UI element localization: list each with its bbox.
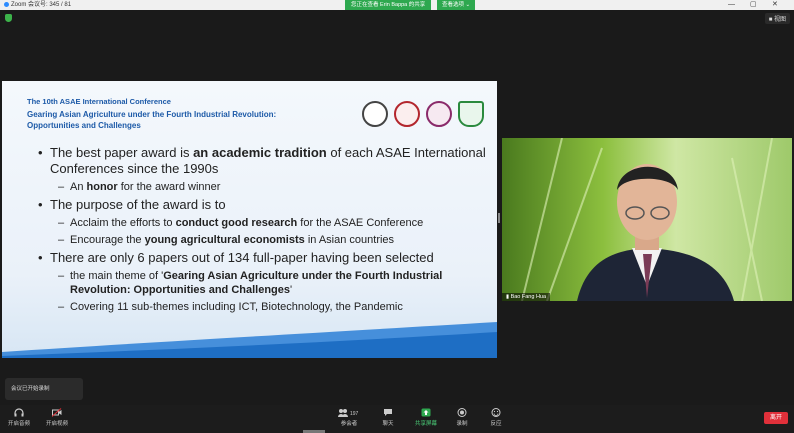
university-shield-green-icon: [458, 101, 484, 127]
share-screen-icon: [421, 408, 431, 417]
reactions-button[interactable]: 反应: [481, 408, 511, 427]
panel-resize-handle[interactable]: [498, 213, 500, 223]
svg-text:197: 197: [350, 411, 359, 417]
sub-bullet-1-1: An honor for the award winner: [38, 180, 488, 194]
slide-wave-decoration: [2, 322, 497, 358]
headphone-icon: [14, 408, 24, 417]
chat-button[interactable]: 聊天: [373, 408, 403, 427]
video-off-icon: [52, 408, 62, 417]
share-screen-button[interactable]: 共享屏幕: [411, 408, 441, 427]
minimize-icon[interactable]: —: [728, 0, 735, 10]
zoom-logo-icon: [4, 1, 9, 7]
security-shield-icon[interactable]: [5, 14, 12, 22]
slide-bullet-list: The best paper award is an academic trad…: [38, 145, 488, 314]
participant-video[interactable]: [502, 138, 792, 301]
chat-icon: [383, 408, 393, 417]
bullet-2: The purpose of the award is to: [38, 197, 488, 213]
participants-button[interactable]: 197 参会者: [330, 408, 368, 427]
sub-bullet-2-2: Encourage the young agricultural economi…: [38, 233, 488, 247]
sub-bullet-3-1: the main theme of 'Gearing Asian Agricul…: [38, 269, 488, 297]
join-audio-button[interactable]: 开启音频: [4, 408, 34, 427]
participants-icon: 197: [338, 408, 360, 417]
record-icon: [457, 408, 467, 417]
recording-notice: 会议已开始录制: [5, 378, 83, 400]
sub-bullet-3-2: Covering 11 sub-themes including ICT, Bi…: [38, 300, 488, 314]
conference-theme: Gearing Asian Agriculture under the Four…: [27, 110, 277, 130]
bullet-1: The best paper award is an academic trad…: [38, 145, 488, 177]
shared-screen-slide: The 10th ASAE International Conference G…: [2, 81, 497, 358]
leave-meeting-button[interactable]: 离开: [764, 412, 788, 424]
start-video-button[interactable]: 开启视频: [42, 408, 72, 427]
asae-logo-icon: [362, 101, 388, 127]
record-button[interactable]: 录制: [447, 408, 477, 427]
conference-name: The 10th ASAE International Conference: [27, 97, 171, 106]
close-icon[interactable]: ✕: [772, 0, 778, 10]
app-title: Zoom 会议号: 345 / 81: [4, 0, 71, 10]
view-button[interactable]: ■ 视图: [764, 13, 790, 24]
participant-name-label: ▮ Bao Fang Hua: [502, 293, 551, 301]
window-title-bar: Zoom 会议号: 345 / 81 您正在查看 Erin Bappa 的共享 …: [0, 0, 794, 10]
participant-video-frame: [521, 138, 773, 301]
maximize-icon[interactable]: ▢: [750, 0, 757, 10]
sub-bullet-2-1: Acclaim the efforts to conduct good rese…: [38, 216, 488, 230]
university-seal-purple-icon: [426, 101, 452, 127]
mic-muted-icon: ▮: [506, 294, 510, 300]
share-banner: 您正在查看 Erin Bappa 的共享: [345, 0, 432, 10]
reaction-icon: [491, 408, 501, 417]
view-options-button[interactable]: 查看选项 ⌄: [437, 0, 476, 10]
university-seal-red-icon: [394, 101, 420, 127]
bullet-3: There are only 6 papers out of 134 full-…: [38, 250, 488, 266]
meeting-toolbar: 开启音频 开启视频 197 参会者 聊天 共享屏幕 录制 反应: [0, 405, 794, 433]
